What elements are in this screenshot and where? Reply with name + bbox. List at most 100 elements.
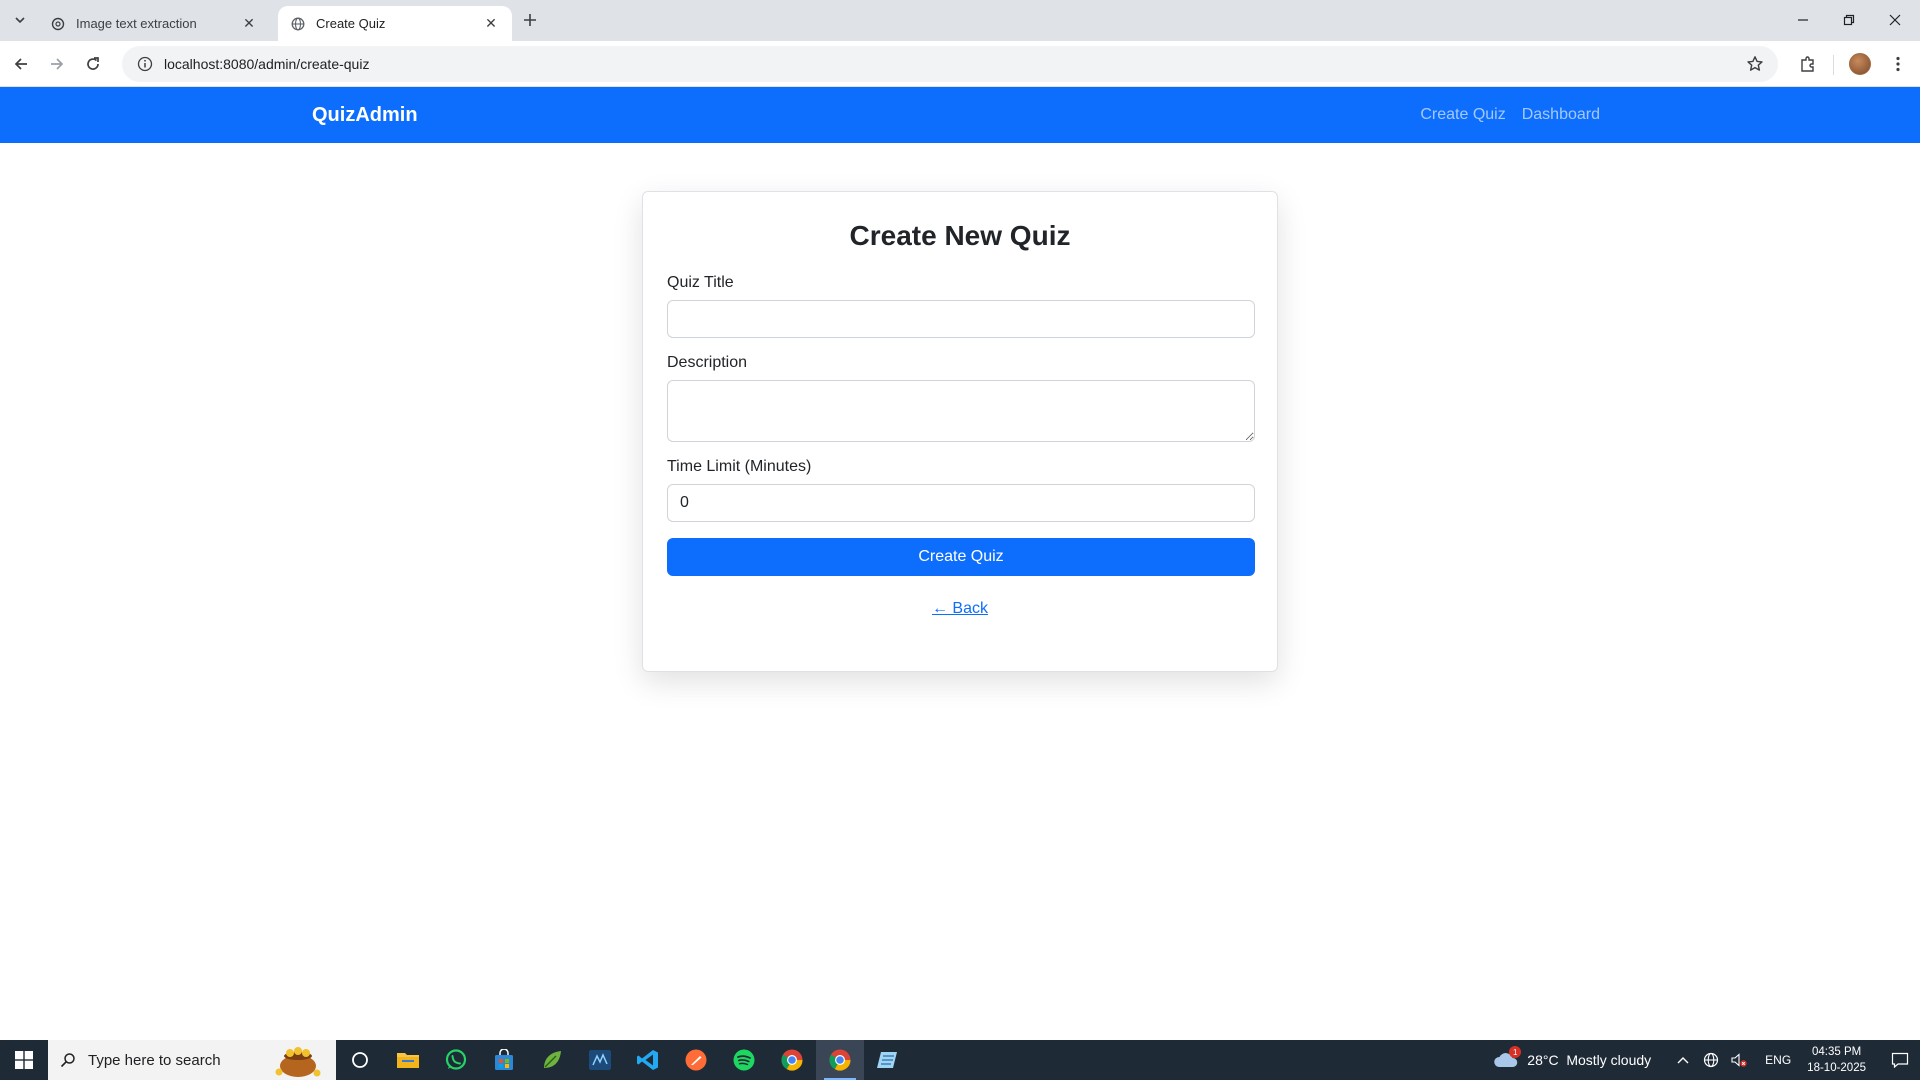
close-icon[interactable]: ✕: [240, 15, 258, 33]
nav-links: Create Quiz Dashboard: [1420, 87, 1600, 143]
url-text: localhost:8080/admin/create-quiz: [164, 56, 370, 72]
weather-badge: 1: [1509, 1046, 1522, 1058]
tab-title: Image text extraction: [76, 16, 197, 31]
restore-button[interactable]: [1826, 0, 1872, 40]
address-bar[interactable]: localhost:8080/admin/create-quiz: [122, 46, 1778, 82]
globe-icon: [290, 16, 306, 32]
weather-text: 28°C Mostly cloudy: [1527, 1052, 1652, 1068]
notification-icon: [1891, 1052, 1909, 1068]
description-textarea[interactable]: [667, 380, 1255, 442]
tab-title: Create Quiz: [316, 16, 386, 31]
file-explorer-app[interactable]: [384, 1040, 432, 1080]
arrow-left-icon: [14, 58, 27, 70]
avatar: [1849, 53, 1871, 75]
plus-icon: [524, 14, 536, 26]
nav-link-dashboard[interactable]: Dashboard: [1522, 106, 1600, 124]
minimize-icon: [1798, 19, 1808, 21]
postman-icon: [685, 1049, 707, 1071]
page-title: Create New Quiz: [849, 220, 1071, 251]
spotify-app[interactable]: [720, 1040, 768, 1080]
clock-time: 04:35 PM: [1811, 1046, 1862, 1058]
store-bag-icon: [495, 1049, 513, 1070]
description-group: Description: [667, 354, 1255, 442]
notepad-app[interactable]: [864, 1040, 912, 1080]
chrome-icon: [829, 1049, 851, 1071]
windows-logo-icon: [15, 1051, 33, 1069]
cloud-icon: 1: [1493, 1046, 1522, 1070]
vscode-icon: [637, 1050, 658, 1070]
taskbar-search[interactable]: Type here to search: [48, 1040, 336, 1080]
chrome-icon: [781, 1049, 803, 1071]
chrome-app-active[interactable]: [816, 1040, 864, 1080]
folder-icon: [397, 1053, 419, 1068]
time-limit-label: Time Limit (Minutes): [667, 458, 812, 475]
mysql-workbench-app[interactable]: [576, 1040, 624, 1080]
create-quiz-button[interactable]: Create Quiz: [667, 538, 1255, 576]
tab-create-quiz[interactable]: Create Quiz ✕: [278, 6, 512, 41]
close-window-button[interactable]: [1872, 0, 1918, 40]
quiz-title-label: Quiz Title: [667, 274, 734, 291]
workbench-icon: [589, 1050, 611, 1070]
volume-muted-icon[interactable]: [1727, 1052, 1751, 1068]
new-tab-button[interactable]: [518, 8, 542, 32]
description-label: Description: [667, 354, 748, 371]
vscode-app[interactable]: [624, 1040, 672, 1080]
spring-tool-app[interactable]: [528, 1040, 576, 1080]
windows-taskbar: Type here to search 1 28°C Mostly cloudy…: [0, 1040, 1920, 1080]
store-app[interactable]: [480, 1040, 528, 1080]
search-placeholder: Type here to search: [88, 1051, 221, 1069]
browser-toolbar: localhost:8080/admin/create-quiz: [0, 41, 1920, 87]
restore-icon: [1843, 14, 1855, 26]
toolbar-divider: [1833, 55, 1834, 75]
site-info-icon[interactable]: [128, 47, 162, 81]
spotify-icon: [733, 1049, 755, 1071]
tab-search-button[interactable]: [8, 8, 32, 32]
whatsapp-icon: [445, 1049, 467, 1070]
browser-menu-button[interactable]: [1883, 49, 1913, 79]
reload-icon: [87, 57, 99, 70]
network-icon[interactable]: [1699, 1052, 1723, 1068]
start-button[interactable]: [0, 1040, 48, 1080]
puzzle-icon: [1801, 56, 1814, 72]
forward-button[interactable]: [42, 49, 72, 79]
system-tray: 1 28°C Mostly cloudy ENG 04:35 PM 18-10-…: [1493, 1040, 1920, 1080]
close-icon[interactable]: ✕: [482, 15, 500, 33]
clock-date: 18-10-2025: [1807, 1062, 1866, 1074]
quiz-title-group: Quiz Title: [667, 274, 1255, 338]
chrome-app[interactable]: [768, 1040, 816, 1080]
back-button[interactable]: [6, 49, 36, 79]
profile-button[interactable]: [1845, 49, 1875, 79]
create-quiz-card: Create New Quiz Quiz Title Description T…: [642, 191, 1278, 672]
app-navbar: QuizAdmin Create Quiz Dashboard: [0, 87, 1920, 143]
search-icon: [60, 1052, 76, 1068]
notification-center-button[interactable]: [1880, 1040, 1920, 1080]
nav-link-create-quiz[interactable]: Create Quiz: [1420, 106, 1505, 124]
language-indicator[interactable]: ENG: [1765, 1053, 1791, 1067]
notepad-icon: [877, 1052, 897, 1068]
back-link[interactable]: ← Back: [667, 600, 1253, 618]
minimize-button[interactable]: [1780, 0, 1826, 40]
browser-tab-strip: Image text extraction ✕ Create Quiz ✕: [0, 0, 1920, 41]
quiz-title-input[interactable]: [667, 300, 1255, 338]
whatsapp-app[interactable]: [432, 1040, 480, 1080]
extensions-button[interactable]: [1793, 49, 1823, 79]
arrow-right-icon: [51, 58, 64, 70]
brand-logo[interactable]: QuizAdmin: [312, 87, 418, 143]
clock[interactable]: 04:35 PM 18-10-2025: [1807, 1044, 1866, 1076]
weather-widget[interactable]: 1 28°C Mostly cloudy: [1493, 1046, 1652, 1070]
task-view-button[interactable]: [336, 1040, 384, 1080]
close-icon: [1889, 14, 1901, 26]
show-hidden-icons-button[interactable]: [1671, 1056, 1695, 1064]
more-vertical-icon: [1896, 56, 1900, 72]
cortana-icon: [352, 1052, 368, 1068]
reload-button[interactable]: [78, 49, 108, 79]
leaf-icon: [544, 1051, 561, 1068]
chevron-down-icon: [15, 17, 25, 24]
time-limit-group: Time Limit (Minutes): [667, 458, 1255, 522]
postman-app[interactable]: [672, 1040, 720, 1080]
chevron-up-icon: [1677, 1057, 1689, 1064]
tab-image-text-extraction[interactable]: Image text extraction ✕: [38, 6, 270, 41]
pot-of-gold-icon: [270, 1042, 326, 1078]
time-limit-input[interactable]: [667, 484, 1255, 522]
bookmark-star-icon[interactable]: [1738, 47, 1772, 81]
